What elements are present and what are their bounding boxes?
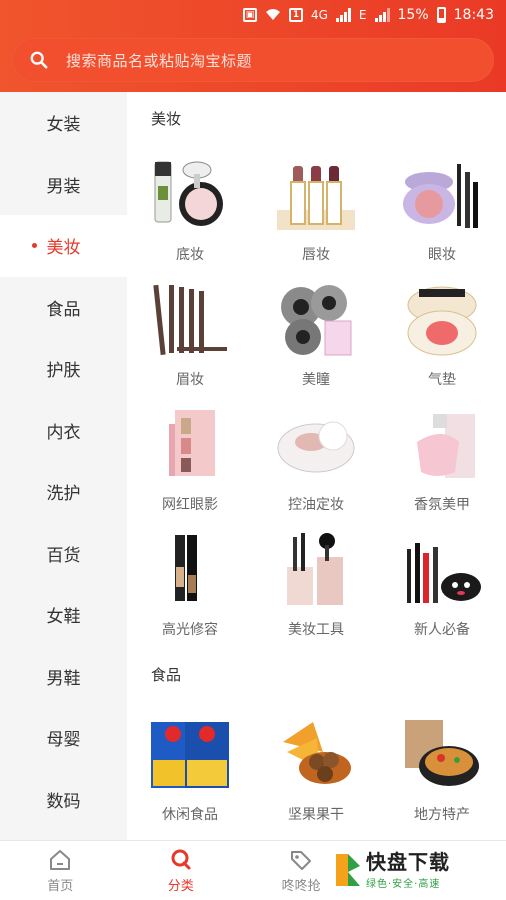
category-label: 新人必备 xyxy=(414,622,470,638)
category-label: 美瞳 xyxy=(302,372,330,388)
section-title-food: 食品 xyxy=(151,665,182,684)
food-grid: 休闲食品 坚果果干 地方特产 xyxy=(127,704,506,829)
contour-stick-icon xyxy=(175,535,197,601)
watermark: 快盘下载 绿色·安全·高速 xyxy=(332,846,506,894)
category-item[interactable]: 气垫 xyxy=(379,269,505,394)
watermark-main-text: 快盘下载 xyxy=(366,849,450,874)
category-item[interactable]: 底妆 xyxy=(127,144,253,269)
category-item[interactable]: 眉妆 xyxy=(127,269,253,394)
network-label-2: E xyxy=(358,8,367,22)
tab-category[interactable]: 分类 xyxy=(120,841,240,900)
eyebrow-pencil-icon xyxy=(153,284,227,356)
sidebar-item-makeup[interactable]: 美妆 xyxy=(0,215,127,277)
sidebar-item-women-shoes[interactable]: 女鞋 xyxy=(0,584,127,646)
perfume-icon xyxy=(417,414,475,478)
watermark-logo-icon xyxy=(336,854,360,886)
category-item[interactable]: 香氛美甲 xyxy=(379,394,505,519)
category-item[interactable]: 新人必备 xyxy=(379,519,505,644)
chips-bag-icon xyxy=(151,722,229,788)
category-item[interactable]: 控油定妆 xyxy=(253,394,379,519)
search-placeholder: 搜索商品名或粘贴淘宝标题 xyxy=(66,51,253,70)
sidebar-item-food[interactable]: 食品 xyxy=(0,277,127,339)
tab-label: 首页 xyxy=(47,879,74,894)
category-label: 香氛美甲 xyxy=(414,497,470,513)
sidebar-item-skincare[interactable]: 护肤 xyxy=(0,338,127,400)
eyeshadow-icon xyxy=(403,164,478,228)
makeup-kit-icon xyxy=(407,543,481,603)
category-item[interactable]: 美妆工具 xyxy=(253,519,379,644)
signal-icon-2 xyxy=(374,8,390,22)
battery-percent: 15% xyxy=(397,7,429,23)
category-item[interactable]: 坚果果干 xyxy=(253,704,379,829)
sidebar-item-men-shoes[interactable]: 男鞋 xyxy=(0,646,127,708)
category-label: 地方特产 xyxy=(414,807,470,823)
category-content: 美妆 底妆 唇妆 眼妆 眉妆 美瞳 气垫 网红眼影 控油定妆 香氛美甲 高光修容… xyxy=(127,92,506,840)
app-header: ▣ 1 4G E 15% 18:43 搜索商品名或粘贴淘宝标题 xyxy=(0,0,506,92)
sidebar-item-baby[interactable]: 母婴 xyxy=(0,707,127,769)
category-item[interactable]: 网红眼影 xyxy=(127,394,253,519)
wifi-icon xyxy=(265,7,281,24)
section-title-makeup: 美妆 xyxy=(151,109,182,128)
category-label: 气垫 xyxy=(428,372,456,388)
tab-label: 分类 xyxy=(167,879,194,894)
cushion-compact-icon xyxy=(407,286,477,356)
category-sidebar: 女装 男装 美妆 食品 护肤 内衣 洗护 百货 女鞋 男鞋 母婴 数码 xyxy=(0,92,127,840)
sim-icon: 1 xyxy=(288,8,303,22)
contact-lens-icon xyxy=(281,285,352,356)
category-item[interactable]: 美瞳 xyxy=(253,269,379,394)
category-label: 休闲食品 xyxy=(162,807,218,823)
makeup-grid: 底妆 唇妆 眼妆 眉妆 美瞳 气垫 网红眼影 控油定妆 香氛美甲 高光修容 美妆… xyxy=(127,144,506,644)
lipstick-icon xyxy=(277,166,355,230)
category-label: 美妆工具 xyxy=(288,622,344,638)
foundation-icon xyxy=(154,161,223,226)
noodle-bowl-icon xyxy=(405,720,479,786)
sidebar-item-women[interactable]: 女装 xyxy=(0,92,127,154)
category-label: 唇妆 xyxy=(302,247,330,263)
home-icon xyxy=(50,850,71,870)
signal-icon xyxy=(335,8,351,22)
notification-icon: ▣ xyxy=(242,8,257,22)
tab-home[interactable]: 首页 xyxy=(0,841,120,900)
category-item[interactable]: 眼妆 xyxy=(379,144,505,269)
category-label: 网红眼影 xyxy=(162,497,218,513)
category-label: 高光修容 xyxy=(162,622,218,638)
sidebar-item-digital[interactable]: 数码 xyxy=(0,769,127,831)
network-label: 4G xyxy=(310,8,328,22)
category-label: 眼妆 xyxy=(428,247,456,263)
category-label: 眉妆 xyxy=(176,372,204,388)
sidebar-item-general[interactable]: 百货 xyxy=(0,523,127,585)
sidebar-item-underwear[interactable]: 内衣 xyxy=(0,400,127,462)
powder-icon xyxy=(277,421,355,473)
watermark-sub-text: 绿色·安全·高速 xyxy=(366,878,441,890)
search-input[interactable]: 搜索商品名或粘贴淘宝标题 xyxy=(12,38,494,82)
sidebar-item-men[interactable]: 男装 xyxy=(0,154,127,216)
category-label: 底妆 xyxy=(176,247,204,263)
eye-palette-icon xyxy=(169,410,215,476)
search-icon xyxy=(30,51,48,69)
brush-set-icon xyxy=(287,533,343,605)
tag-icon xyxy=(291,851,312,870)
category-item[interactable]: 地方特产 xyxy=(379,704,505,829)
category-item[interactable]: 唇妆 xyxy=(253,144,379,269)
tab-label: 咚咚抢 xyxy=(281,879,321,894)
category-item[interactable]: 休闲食品 xyxy=(127,704,253,829)
category-label: 控油定妆 xyxy=(288,497,344,513)
nuts-icon xyxy=(283,722,351,784)
status-bar: ▣ 1 4G E 15% 18:43 xyxy=(0,0,506,30)
clock: 18:43 xyxy=(453,7,494,23)
battery-icon xyxy=(436,7,446,23)
category-item[interactable]: 高光修容 xyxy=(127,519,253,644)
category-label: 坚果果干 xyxy=(288,807,344,823)
sidebar-item-washcare[interactable]: 洗护 xyxy=(0,461,127,523)
search-icon xyxy=(171,849,191,870)
